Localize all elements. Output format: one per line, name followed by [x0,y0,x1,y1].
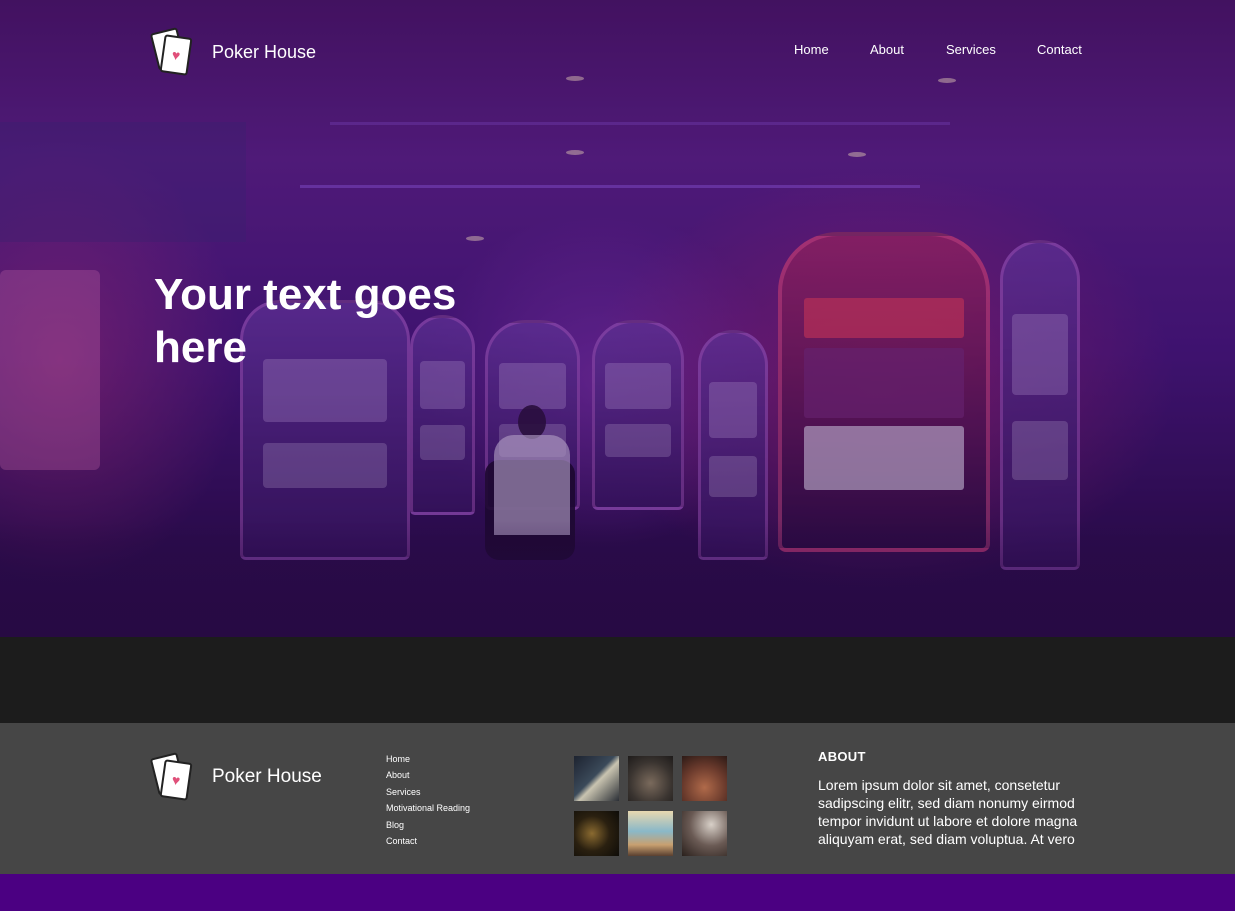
footer-link-home[interactable]: Home [386,753,470,769]
footer-link-blog[interactable]: Blog [386,819,470,835]
footer: ♥ Poker House Home About Services Motiva… [0,723,1235,874]
footer-link-motivational-reading[interactable]: Motivational Reading [386,802,470,818]
footer-gallery [574,756,728,856]
gallery-thumb[interactable] [628,756,673,801]
footer-link-services[interactable]: Services [386,786,470,802]
nav-about-link[interactable]: About [870,42,904,57]
playing-cards-icon: ♥ [149,752,194,801]
main-nav: Home About Services Contact [0,42,1235,62]
footer-brand[interactable]: ♥ Poker House [149,752,322,801]
footer-link-contact[interactable]: Contact [386,835,470,851]
about-text: Lorem ipsum dolor sit amet, consetetur s… [818,777,1078,847]
nav-services-link[interactable]: Services [946,42,996,57]
footer-about: ABOUT Lorem ipsum dolor sit amet, conset… [818,749,1118,848]
footer-link-about[interactable]: About [386,769,470,785]
gallery-thumb[interactable] [628,811,673,856]
hero-title: Your text goes here [154,270,457,372]
gallery-thumb[interactable] [574,756,619,801]
nav-contact-link[interactable]: Contact [1037,42,1082,57]
bottom-bar [0,874,1235,911]
about-title: ABOUT [818,749,866,764]
nav-home-link[interactable]: Home [794,42,829,57]
gallery-thumb[interactable] [682,811,727,856]
gallery-thumb[interactable] [682,756,727,801]
footer-brand-name: Poker House [212,766,322,787]
footer-links: Home About Services Motivational Reading… [386,753,470,851]
content-band [0,637,1235,723]
hero-section: ♥ Poker House Home About Services Contac… [0,0,1235,637]
gallery-thumb[interactable] [574,811,619,856]
